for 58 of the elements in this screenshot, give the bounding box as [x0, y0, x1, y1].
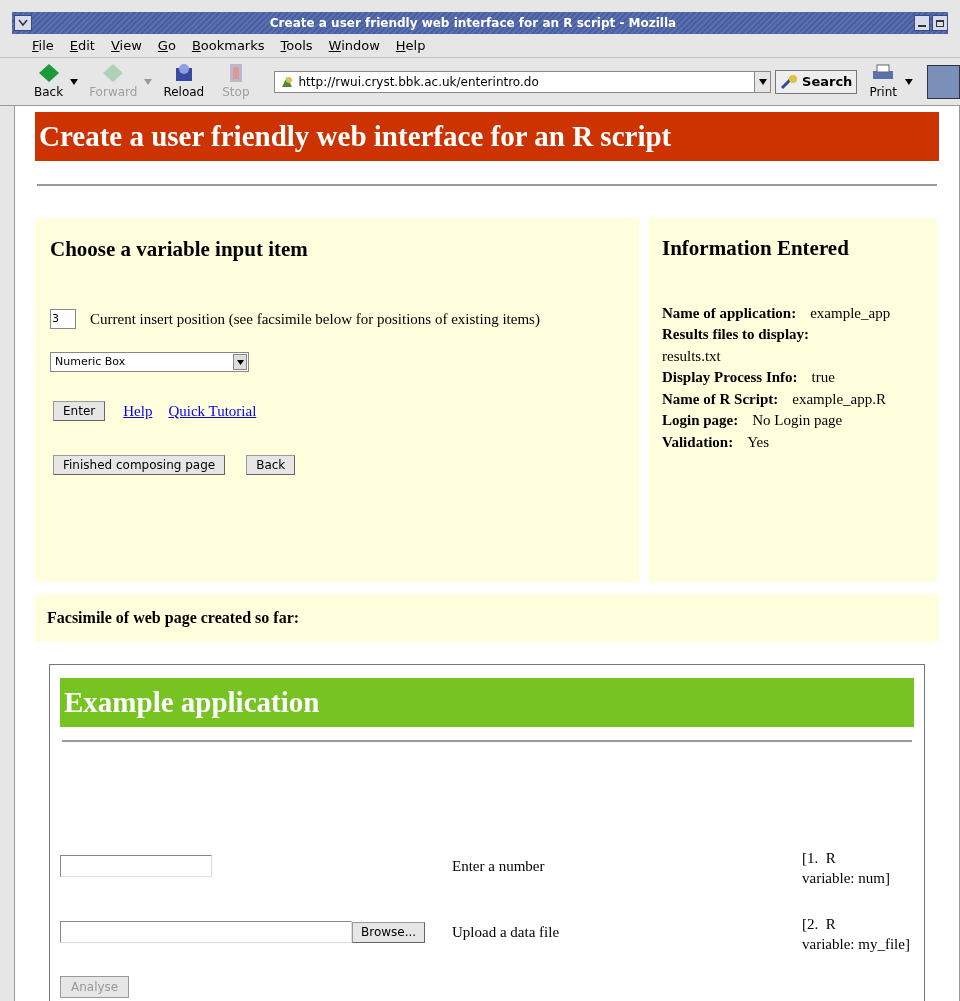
menu-item[interactable]: Tools [280, 35, 313, 56]
number-field[interactable] [60, 855, 212, 877]
position-label: Current insert position (see facsimile below for positions of existing items) [90, 309, 540, 329]
item-note: variable: my_file] [802, 935, 910, 954]
info-value: No Login page [752, 411, 843, 430]
item-note: variable: num] [802, 869, 890, 888]
info-value: results.txt [662, 346, 721, 366]
logo-icon [926, 64, 960, 99]
facsimile-title: Example application [60, 678, 914, 727]
link[interactable]: Quick Tutorial [168, 400, 257, 423]
info-value: Yes [747, 432, 769, 452]
minimize-icon[interactable] [914, 15, 930, 31]
info-label: Login page: [662, 411, 739, 430]
menu-item[interactable]: Bookmarks [191, 35, 265, 56]
enter-button[interactable]: Enter [53, 401, 106, 422]
search-button[interactable]: Search [775, 69, 858, 94]
window-title: Create a user friendly web interface for an R script - Mozilla [268, 15, 678, 32]
menu-item[interactable]: File [32, 35, 54, 56]
browse-button[interactable]: Browse... [352, 921, 426, 943]
item-label: Upload a data file [452, 922, 560, 942]
link[interactable]: Help [123, 400, 153, 423]
finished-button[interactable]: Finished composing page [53, 454, 226, 475]
position-field[interactable]: 3 [50, 308, 76, 329]
back-arrow-icon [37, 62, 60, 83]
maximize-icon[interactable] [932, 15, 948, 31]
info-label: Display Process Info: [662, 368, 798, 387]
file-field[interactable] [60, 921, 352, 943]
facsimile-heading: Facsimile of web page created so far: [47, 608, 300, 629]
info-value: example_app [810, 303, 891, 323]
back-button[interactable]: Back [30, 62, 68, 101]
info-label: Name of R Script: [662, 389, 779, 409]
print-button[interactable]: Print [869, 62, 897, 101]
info-label: Results files to display: [662, 325, 810, 344]
info-label: Validation: [662, 432, 734, 452]
panel-heading: Information Entered [662, 235, 850, 262]
dropdown-icon [233, 354, 247, 370]
menu-item[interactable]: Help [395, 35, 426, 56]
dropdown-icon[interactable] [754, 71, 771, 92]
window-menu-icon[interactable] [14, 15, 32, 31]
item-type-select[interactable]: Numeric Box [50, 352, 249, 372]
panel-heading: Choose a variable input item [50, 236, 309, 263]
item-label: Enter a number [452, 856, 545, 876]
item-note: [2. R [802, 915, 837, 934]
scrollbar[interactable] [959, 106, 960, 1001]
menu-item[interactable]: View [110, 35, 142, 56]
info-value: example_app.R [792, 389, 886, 409]
page-title: Create a user friendly web interface for an R script [35, 112, 939, 161]
info-value: true [811, 368, 835, 387]
menu-item[interactable]: Go [157, 35, 176, 56]
menu-item[interactable]: Edit [69, 35, 95, 56]
address-field[interactable]: http://rwui.cryst.bbk.ac.uk/enterintro.do [273, 70, 772, 93]
menu-item[interactable]: Window [328, 35, 380, 56]
item-note: [1. R [802, 849, 837, 868]
dropdown-icon[interactable] [905, 78, 913, 85]
back-button[interactable]: Back [246, 454, 296, 475]
info-label: Name of application: [662, 303, 797, 323]
reload-button[interactable]: Reload [159, 62, 209, 101]
forward-arrow-icon [102, 62, 125, 83]
